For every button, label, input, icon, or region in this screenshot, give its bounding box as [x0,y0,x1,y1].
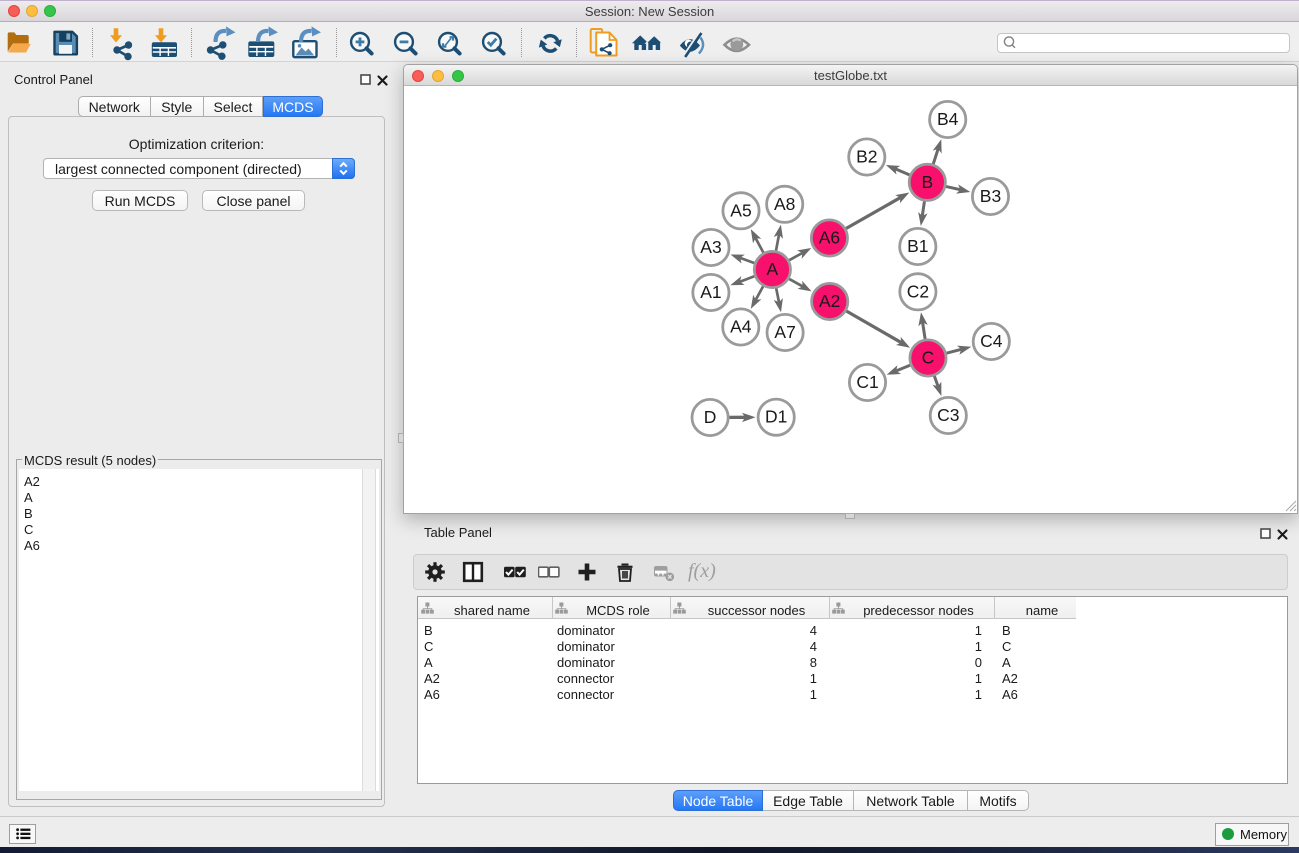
svg-text:A8: A8 [774,194,795,214]
svg-text:B: B [921,172,933,192]
svg-text:B3: B3 [980,186,1001,206]
svg-text:A5: A5 [730,200,751,220]
svg-text:B1: B1 [907,236,928,256]
svg-text:D1: D1 [765,407,787,427]
svg-text:A2: A2 [819,291,840,311]
svg-text:C4: C4 [980,331,1003,351]
svg-text:C: C [922,348,935,368]
svg-text:D: D [704,407,717,427]
svg-text:A6: A6 [819,228,840,248]
svg-text:B2: B2 [856,147,877,167]
svg-text:A1: A1 [700,282,721,302]
svg-text:C3: C3 [937,405,959,425]
svg-text:A4: A4 [730,317,752,337]
svg-text:A7: A7 [774,322,795,342]
svg-text:C2: C2 [907,281,929,301]
svg-text:B4: B4 [937,109,959,129]
svg-text:A: A [767,259,779,279]
svg-text:C1: C1 [856,372,878,392]
svg-text:A3: A3 [700,237,721,257]
